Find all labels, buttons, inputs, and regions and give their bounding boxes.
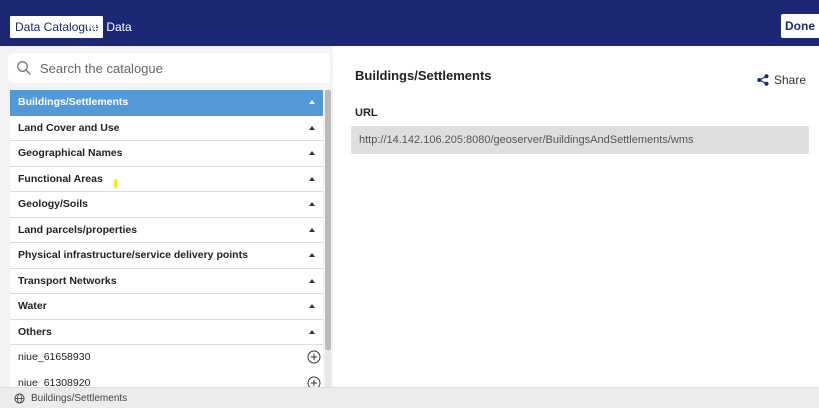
caret-up-icon xyxy=(309,100,315,104)
group-label: Buildings/Settlements xyxy=(18,96,129,108)
caret-up-icon xyxy=(309,329,315,334)
caret-up-icon xyxy=(309,125,315,130)
search-icon xyxy=(17,61,31,75)
group-land-parcels-properties[interactable]: Land parcels/properties xyxy=(10,217,323,243)
item-label: niue_61658930 xyxy=(18,351,91,363)
group-functional-areas[interactable]: Functional Areas xyxy=(10,166,323,192)
caret-up-icon xyxy=(309,304,315,308)
group-buildings-settlements[interactable]: Buildings/Settlements xyxy=(10,90,323,116)
group-label: Physical infrastructure/service delivery… xyxy=(18,249,248,261)
share-button[interactable]: Share xyxy=(757,73,806,87)
group-label: Functional Areas xyxy=(18,172,103,185)
group-land-cover-and-use[interactable]: Land Cover and Use xyxy=(10,115,323,141)
scrollbar[interactable] xyxy=(325,90,331,387)
detail-title: Buildings/Settlements xyxy=(355,68,492,83)
search-box[interactable] xyxy=(8,53,330,83)
group-label: Water xyxy=(18,300,47,312)
tab-my-data[interactable]: My Data xyxy=(82,16,137,38)
add-circle-icon[interactable] xyxy=(307,376,321,388)
group-water[interactable]: Water xyxy=(10,294,323,320)
group-others[interactable]: Others xyxy=(10,319,323,345)
group-physical-infrastructure[interactable]: Physical infrastructure/service delivery… xyxy=(10,243,323,269)
group-label: Land Cover and Use xyxy=(18,121,120,134)
scrollbar-thumb[interactable] xyxy=(325,90,331,350)
cursor-marker xyxy=(114,179,117,188)
caret-up-icon xyxy=(309,176,315,181)
caret-up-icon xyxy=(309,151,315,155)
caret-up-icon xyxy=(309,253,315,257)
url-field[interactable]: http://14.142.106.205:8080/geoserver/Bui… xyxy=(351,126,809,154)
top-bar: Data Catalogue My Data Done xyxy=(0,0,819,46)
caret-up-icon xyxy=(309,227,315,232)
list-item[interactable]: niue_61308920 xyxy=(10,370,323,388)
group-label: Land parcels/properties xyxy=(18,223,138,236)
status-text: Buildings/Settlements xyxy=(31,393,128,404)
add-circle-icon[interactable] xyxy=(307,350,321,364)
globe-icon xyxy=(14,393,25,404)
group-transport-networks[interactable]: Transport Networks xyxy=(10,268,323,294)
caret-up-icon xyxy=(309,278,315,283)
list-item[interactable]: niue_61658930 xyxy=(10,345,323,371)
group-geology-soils[interactable]: Geology/Soils xyxy=(10,192,323,218)
group-geographical-names[interactable]: Geographical Names xyxy=(10,141,323,167)
group-label: Transport Networks xyxy=(18,274,117,287)
status-bar: Buildings/Settlements xyxy=(0,387,819,408)
group-label: Geographical Names xyxy=(18,147,123,159)
share-label: Share xyxy=(774,73,807,87)
detail-panel: Buildings/Settlements Share URL http://1… xyxy=(333,46,819,387)
group-label: Others xyxy=(18,325,52,338)
catalogue-list: Buildings/Settlements Land Cover and Use… xyxy=(10,90,323,387)
group-label: Geology/Soils xyxy=(18,198,89,210)
share-icon xyxy=(757,74,769,86)
catalogue-panel: Buildings/Settlements Land Cover and Use… xyxy=(0,46,333,387)
done-button[interactable]: Done xyxy=(781,14,819,38)
caret-up-icon xyxy=(309,202,315,206)
url-label: URL xyxy=(355,107,378,119)
search-input[interactable] xyxy=(40,57,320,79)
item-label: niue_61308920 xyxy=(18,376,91,388)
